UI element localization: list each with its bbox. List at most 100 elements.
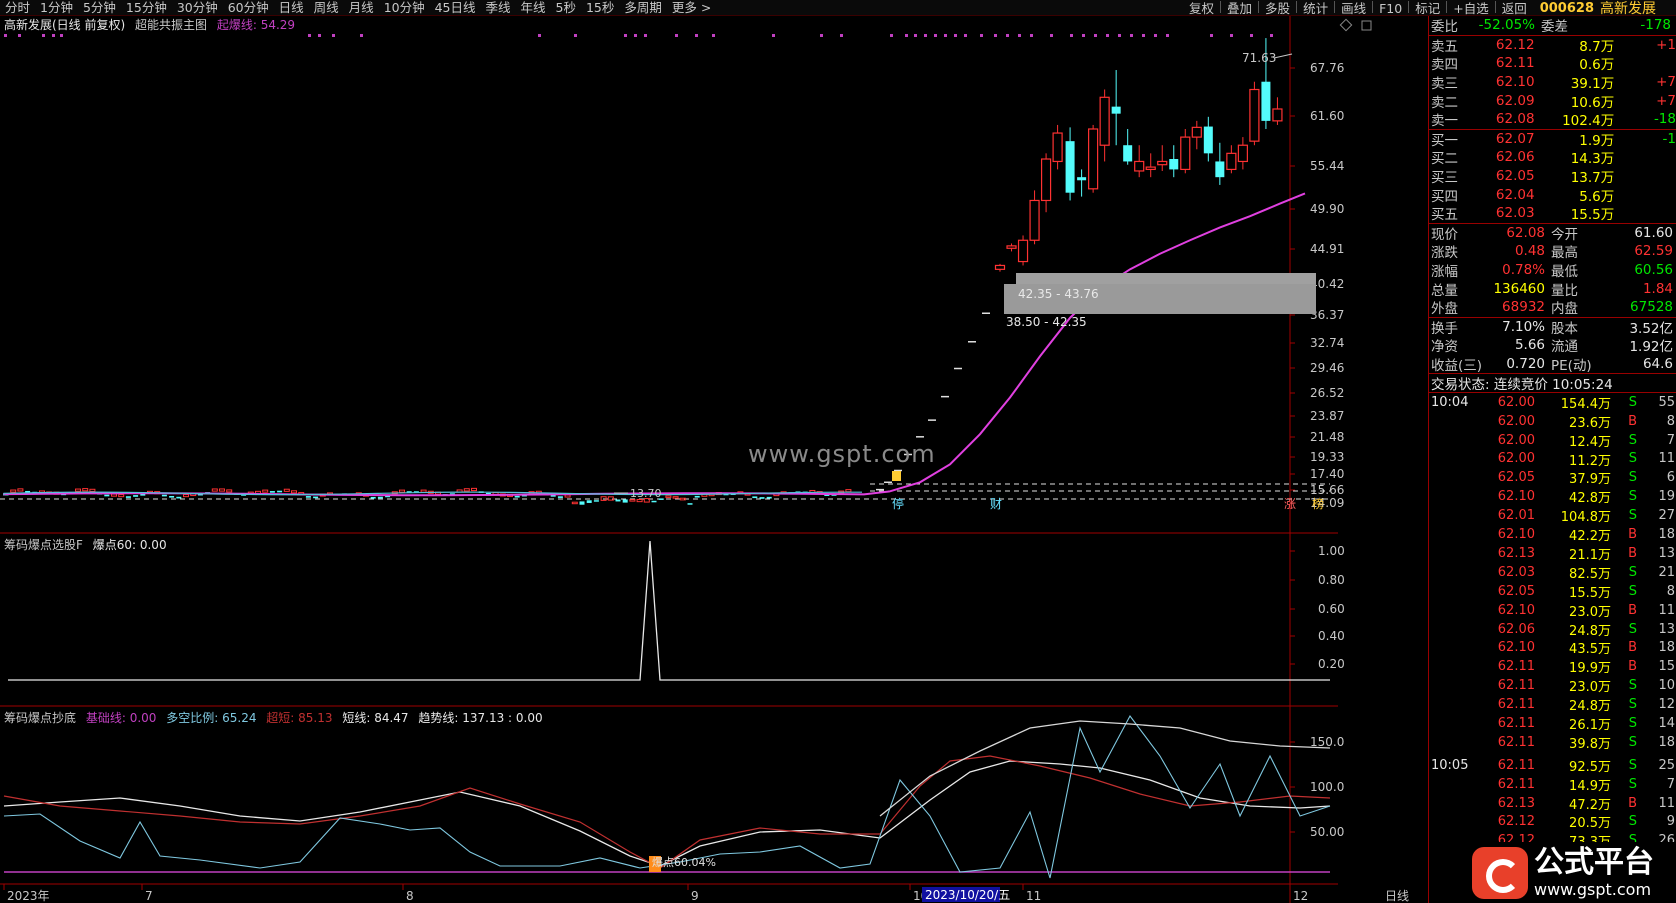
tick-row[interactable]: 62.12 20.5万 S 9 [1429,812,1676,831]
tool-button-4[interactable]: 画线 [1336,1,1371,16]
quote-key: 现价 [1431,226,1458,243]
tick-side: B [1628,602,1637,618]
period-tab-15[interactable]: 多周期 [619,0,667,15]
period-tab-0[interactable]: 分时 [0,0,35,15]
quote-value: 136460 [1493,280,1545,297]
sub1-axis-label: 0.40 [1318,629,1345,643]
quote-row-4: 外盘 68932 内盘 67528 [1429,298,1676,317]
tick-price: 62.10 [1497,527,1535,543]
quote-summary: 现价 62.08 今开 61.60 涨跌 0.48 最高 62.59 涨幅 0.78% 最低 60.5… [1429,222,1676,317]
tool-button-8[interactable]: 返回 [1497,1,1532,16]
tick-row[interactable]: 62.03 82.5万 S 21 [1429,563,1676,582]
tick-row[interactable]: 62.13 47.2万 B 11 [1429,794,1676,813]
period-tab-5[interactable]: 60分钟 [223,0,274,15]
tick-price: 62.11 [1497,678,1535,694]
trade-status: 交易状态: 连续竞价 10:05:24 [1429,373,1676,393]
tick-side: B [1628,659,1637,675]
period-tab-12[interactable]: 年线 [516,0,551,15]
period-tab-3[interactable]: 15分钟 [121,0,172,15]
period-tab-14[interactable]: 15秒 [581,0,619,15]
tick-row[interactable]: 62.05 37.9万 S 6 [1429,468,1676,487]
bids-row-1: 买一 62.07 1.9万 -1 [1429,130,1676,149]
tick-row[interactable]: 62.00 12.4万 S 7 [1429,431,1676,450]
period-tab-13[interactable]: 5秒 [551,0,581,15]
tick-volume: 15.5万 [1569,585,1611,601]
tick-row[interactable]: 62.10 42.8万 S 19 [1429,487,1676,506]
tick-price: 62.00 [1497,432,1535,448]
tool-button-2[interactable]: 多股 [1260,1,1295,16]
tick-count: 8 [1666,413,1675,429]
tool-button-0[interactable]: 复权 [1184,1,1219,16]
weibi-row: 委比 -52.05% 委差 -178 [1429,16,1676,35]
tick-row[interactable]: 62.10 23.0万 B 11 [1429,601,1676,620]
tool-button-6[interactable]: 标记 [1410,1,1445,16]
x-axis-label: 12 [1293,889,1308,903]
tick-volume: 23.0万 [1569,604,1611,620]
panel-toggle-icon[interactable] [1361,20,1372,31]
fund-value: 5.66 [1514,337,1545,354]
fund-value2: 1.92亿 [1629,339,1673,356]
tool-button-7[interactable]: +自选 [1448,1,1493,16]
tick-row[interactable]: 62.11 19.9万 B 15 [1429,657,1676,676]
period-tab-11[interactable]: 季线 [481,0,516,15]
tick-row[interactable]: 62.11 14.9万 S 7 [1429,775,1676,794]
tick-row[interactable]: 62.10 43.5万 B 18 [1429,638,1676,657]
tool-button-5[interactable]: F10 [1374,1,1407,16]
tick-count: 55 [1658,394,1675,410]
quote-key2: 内盘 [1551,301,1578,318]
period-tab-8[interactable]: 月线 [344,0,379,15]
diamond-icon[interactable] [1339,18,1353,32]
asks-price: 62.09 [1495,92,1535,109]
tick-side: S [1628,394,1637,410]
tick-volume: 39.8万 [1569,736,1611,752]
tick-price: 62.12 [1497,814,1535,830]
price-axis-label: 29.46 [1310,361,1344,375]
period-tab-1[interactable]: 1分钟 [35,0,78,15]
sub2-lines [3,714,1331,879]
quote-value2: 60.56 [1634,262,1673,279]
period-tab-4[interactable]: 30分钟 [172,0,223,15]
sub2-indicator-name[interactable]: 筹码爆点抄底 [4,711,76,725]
tick-row[interactable]: 10:04 62.00 154.4万 S 55 [1429,393,1676,412]
sub2-base: 基础线: 0.00 [85,711,157,725]
period-tab-6[interactable]: 日线 [274,0,309,15]
tick-row[interactable]: 10:05 62.11 92.5万 S 25 [1429,756,1676,775]
tick-row[interactable]: 62.11 39.8万 S 18 [1429,733,1676,752]
asks-row-1: 卖五 62.12 8.7万 +1 [1429,36,1676,55]
tick-row[interactable]: 62.11 26.1万 S 14 [1429,714,1676,733]
tick-price: 62.00 [1497,394,1535,410]
kline-chart[interactable]: 67.7661.6055.4449.9044.9140.4236.3732.74… [0,16,1428,903]
tick-row[interactable]: 62.00 23.6万 B 8 [1429,412,1676,431]
period-tab-16[interactable]: 更多 > [667,0,716,15]
tick-row[interactable]: 62.01 104.8万 S 27 [1429,506,1676,525]
bids-label: 买二 [1431,151,1458,168]
period-tab-2[interactable]: 5分钟 [78,0,121,15]
candlesticks[interactable] [3,38,1283,505]
period-tab-10[interactable]: 45日线 [430,0,481,15]
tick-list[interactable]: 10:04 62.00 154.4万 S 55 62.00 23.6万 B 8 62.00 12.4… [1429,391,1676,850]
price-axis-label: 23.87 [1310,409,1344,423]
tick-row[interactable]: 62.00 11.2万 S 11 [1429,450,1676,468]
sub1-indicator-name[interactable]: 筹码爆点选股F [4,538,83,552]
tool-button-3[interactable]: 统计 [1298,1,1333,16]
tick-row[interactable]: 62.06 24.8万 S 13 [1429,620,1676,639]
marker-label: 停 [892,496,904,511]
asks-price: 62.08 [1495,111,1535,128]
tick-row[interactable]: 62.13 21.1万 B 13 [1429,544,1676,563]
quote-value2: 1.84 [1642,280,1673,297]
tool-button-1[interactable]: 叠加 [1222,1,1257,16]
period-tab-9[interactable]: 10分钟 [379,0,430,15]
chart-area[interactable]: 67.76 61.60 55.44 49.90 44.91 40.42 36.37 32.74… [0,16,1428,903]
main-indicator-name[interactable]: 超能共振主图 [135,18,207,32]
tick-row[interactable]: 62.11 24.8万 S 12 [1429,695,1676,714]
tick-side: S [1628,451,1637,467]
tick-row[interactable]: 62.10 42.2万 B 18 [1429,525,1676,544]
asks-label: 卖四 [1431,57,1458,74]
period-tab-7[interactable]: 周线 [309,0,344,15]
asks-volume: 10.6万 [1570,94,1615,111]
tick-side: S [1628,621,1637,637]
tick-row[interactable]: 62.05 15.5万 S 8 [1429,582,1676,601]
asks-change: +1 [1656,36,1676,53]
fund-key2: PE(动) [1551,357,1592,374]
tick-row[interactable]: 62.11 23.0万 S 10 [1429,676,1676,695]
